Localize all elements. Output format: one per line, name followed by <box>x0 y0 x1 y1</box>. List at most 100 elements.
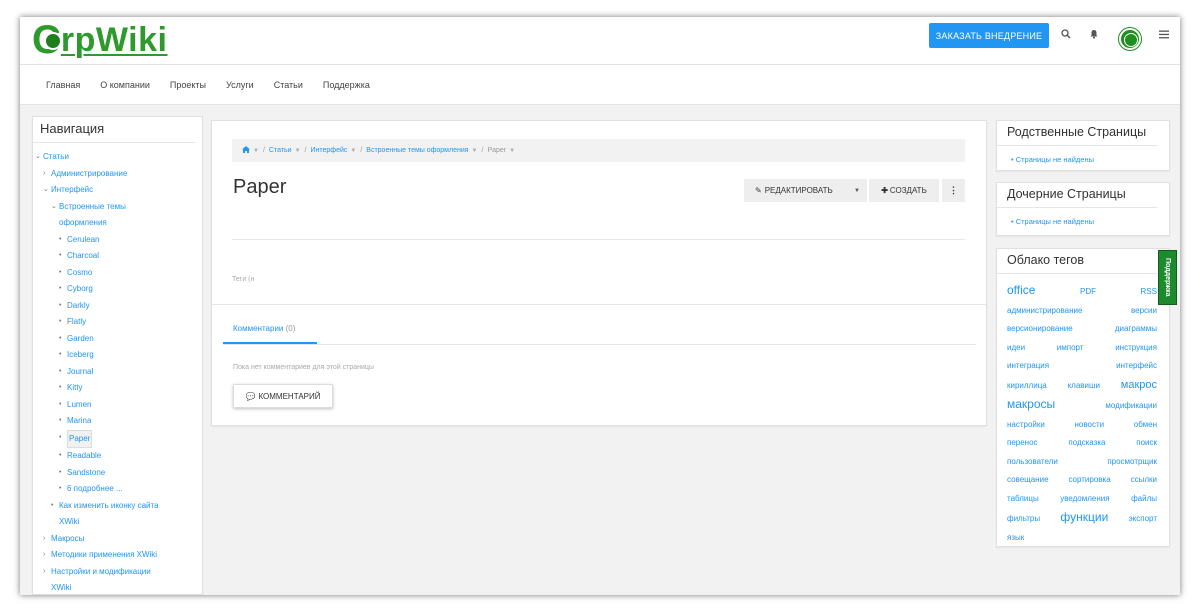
tag-link[interactable]: перенос <box>1007 436 1038 451</box>
chevron-down-icon[interactable]: ▼ <box>295 148 301 154</box>
chevron-down-icon[interactable]: ⌄ <box>51 199 59 216</box>
tag-link[interactable]: просмотрщик <box>1107 455 1157 470</box>
bullet-icon: • <box>59 334 62 342</box>
search-icon[interactable] <box>1059 29 1073 43</box>
tag-link[interactable]: таблицы <box>1007 492 1039 507</box>
sidebar-item[interactable]: ⌄ Встроенные темы оформления <box>33 199 202 232</box>
tag-link[interactable]: администрирование <box>1007 304 1082 319</box>
chevron-right-icon[interactable]: › <box>43 531 51 548</box>
tag-link[interactable]: новости <box>1075 418 1105 433</box>
tag-link[interactable]: версионирование <box>1007 322 1073 337</box>
tag-link[interactable]: модификации <box>1105 399 1157 414</box>
tag-link[interactable]: ссылки <box>1131 473 1157 488</box>
sidebar-item[interactable]: • Marina <box>33 413 202 430</box>
tag-link[interactable]: экспорт <box>1129 512 1157 527</box>
edit-dropdown-toggle[interactable]: ▼ <box>847 179 867 202</box>
tag-link[interactable]: сортировка <box>1068 473 1110 488</box>
nav-item-home[interactable]: Главная <box>46 80 80 90</box>
sidebar-item[interactable]: ⌄ Статьи <box>33 149 202 166</box>
tag-link[interactable]: функции <box>1060 510 1108 525</box>
nav-item-articles[interactable]: Статьи <box>274 80 303 90</box>
sidebar-item[interactable]: • Paper <box>33 429 202 448</box>
nav-item-projects[interactable]: Проекты <box>170 80 206 90</box>
support-side-tab[interactable]: Поддержка <box>1158 250 1177 305</box>
chevron-right-icon[interactable]: › <box>43 564 51 581</box>
nav-item-about[interactable]: О компании <box>100 80 150 90</box>
tag-link[interactable]: подсказка <box>1068 436 1105 451</box>
sidebar-item[interactable]: • Darkly <box>33 298 202 315</box>
tag-link[interactable]: PDF <box>1080 285 1096 300</box>
sidebar-item[interactable]: • Cyborg <box>33 281 202 298</box>
tag-link[interactable]: уведомления <box>1060 492 1109 507</box>
breadcrumb-item[interactable]: Интерфейс <box>311 147 348 154</box>
tag-link[interactable]: макросы <box>1007 397 1055 412</box>
sidebar-item[interactable]: • Cerulean <box>33 232 202 249</box>
chevron-down-icon[interactable]: ▼ <box>509 148 515 154</box>
tag-link[interactable]: файлы <box>1131 492 1157 507</box>
tag-link[interactable]: поиск <box>1136 436 1157 451</box>
tag-link[interactable]: макрос <box>1121 378 1157 393</box>
tag-link[interactable]: настройки <box>1007 418 1045 433</box>
order-implementation-button[interactable]: ЗАКАЗАТЬ ВНЕДРЕНИЕ <box>929 23 1049 48</box>
navigation-panel: Навигация ⌄ Статьи › Администрирование ⌄ Инте… <box>32 116 203 595</box>
sidebar-item[interactable]: • Iceberg <box>33 347 202 364</box>
tag-link[interactable]: office <box>1007 283 1035 298</box>
sidebar-item[interactable]: › Настройки и модификации XWiki <box>33 564 202 596</box>
site-logo[interactable]: C rpWiki <box>32 20 167 60</box>
tag-link[interactable]: пользователи <box>1007 455 1058 470</box>
tag-link[interactable]: инструкция <box>1115 341 1157 356</box>
chevron-down-icon[interactable]: ▼ <box>253 148 259 154</box>
add-comment-button[interactable]: 💬 КОММЕНТАРИЙ <box>233 384 333 408</box>
sidebar-item[interactable]: › Методики применения XWiki <box>33 547 202 564</box>
nav-item-services[interactable]: Услуги <box>226 80 254 90</box>
sidebar-item[interactable]: • 6 подробнее ... <box>33 481 202 498</box>
chevron-right-icon[interactable]: › <box>43 547 51 564</box>
tag-link[interactable]: клавиши <box>1068 379 1100 394</box>
tag-link[interactable]: диаграммы <box>1115 322 1157 337</box>
menu-icon[interactable] <box>1157 29 1171 43</box>
sidebar-item[interactable]: › Администрирование <box>33 166 202 183</box>
sidebar-item-label: Макросы <box>51 533 85 543</box>
tab-comments[interactable]: Комментарии (0) <box>223 316 317 344</box>
breadcrumb-item[interactable]: Статьи <box>269 147 292 154</box>
sidebar-item[interactable]: • Kitty <box>33 380 202 397</box>
sidebar-item[interactable]: • Sandstone <box>33 465 202 482</box>
edit-button[interactable]: ✎ РЕДАКТИРОВАТЬ ▼ <box>744 179 867 202</box>
child-pages-panel: Дочерние Страницы • Страницы не найдены <box>996 182 1170 236</box>
sidebar-item[interactable]: • Readable <box>33 448 202 465</box>
tag-link[interactable]: язык <box>1007 531 1024 546</box>
sidebar-item[interactable]: • Journal <box>33 364 202 381</box>
tag-link[interactable]: обмен <box>1134 418 1157 433</box>
bullet-icon: • <box>59 351 62 358</box>
chevron-down-icon[interactable]: ⌄ <box>43 182 51 199</box>
tag-link[interactable]: совещание <box>1007 473 1049 488</box>
chevron-down-icon[interactable]: ▼ <box>472 148 478 154</box>
chevron-down-icon[interactable]: ⌄ <box>35 149 43 166</box>
tag-link[interactable]: RSS <box>1141 285 1157 300</box>
sidebar-item[interactable]: ⌄ Интерфейс <box>33 182 202 199</box>
sidebar-item[interactable]: • Garden <box>33 331 202 348</box>
home-icon[interactable] <box>242 146 250 155</box>
sidebar-item[interactable]: › Макросы <box>33 531 202 548</box>
tag-link[interactable]: фильтры <box>1007 512 1040 527</box>
chevron-right-icon[interactable]: › <box>43 166 51 183</box>
tag-link[interactable]: кириллица <box>1007 379 1047 394</box>
create-button[interactable]: ✚ СОЗДАТЬ <box>869 179 939 202</box>
tag-link[interactable]: идеи <box>1007 341 1025 356</box>
tag-link[interactable]: интеграция <box>1007 359 1049 374</box>
chevron-down-icon[interactable]: ▼ <box>350 148 356 154</box>
sidebar-item[interactable]: • Cosmo <box>33 265 202 282</box>
sidebar-item[interactable]: • Как изменить иконку сайта XWiki <box>33 498 202 531</box>
more-actions-button[interactable]: ⋮ <box>942 179 965 202</box>
bell-icon[interactable] <box>1087 29 1101 43</box>
sidebar-item[interactable]: • Charcoal <box>33 248 202 265</box>
tag-link[interactable]: импорт <box>1057 341 1084 356</box>
user-avatar[interactable] <box>1119 28 1141 50</box>
breadcrumb-item[interactable]: Встроенные темы оформления <box>366 147 468 154</box>
sidebar-item[interactable]: • Flatly <box>33 314 202 331</box>
tag-link[interactable]: интерфейс <box>1116 359 1157 374</box>
nav-item-support[interactable]: Поддержка <box>323 80 370 90</box>
sidebar-item[interactable]: • Lumen <box>33 397 202 414</box>
tag-link[interactable]: версии <box>1131 304 1157 319</box>
browser-viewport: C rpWiki ЗАКАЗАТЬ ВНЕДРЕНИЕ Главная О ко… <box>20 17 1180 595</box>
